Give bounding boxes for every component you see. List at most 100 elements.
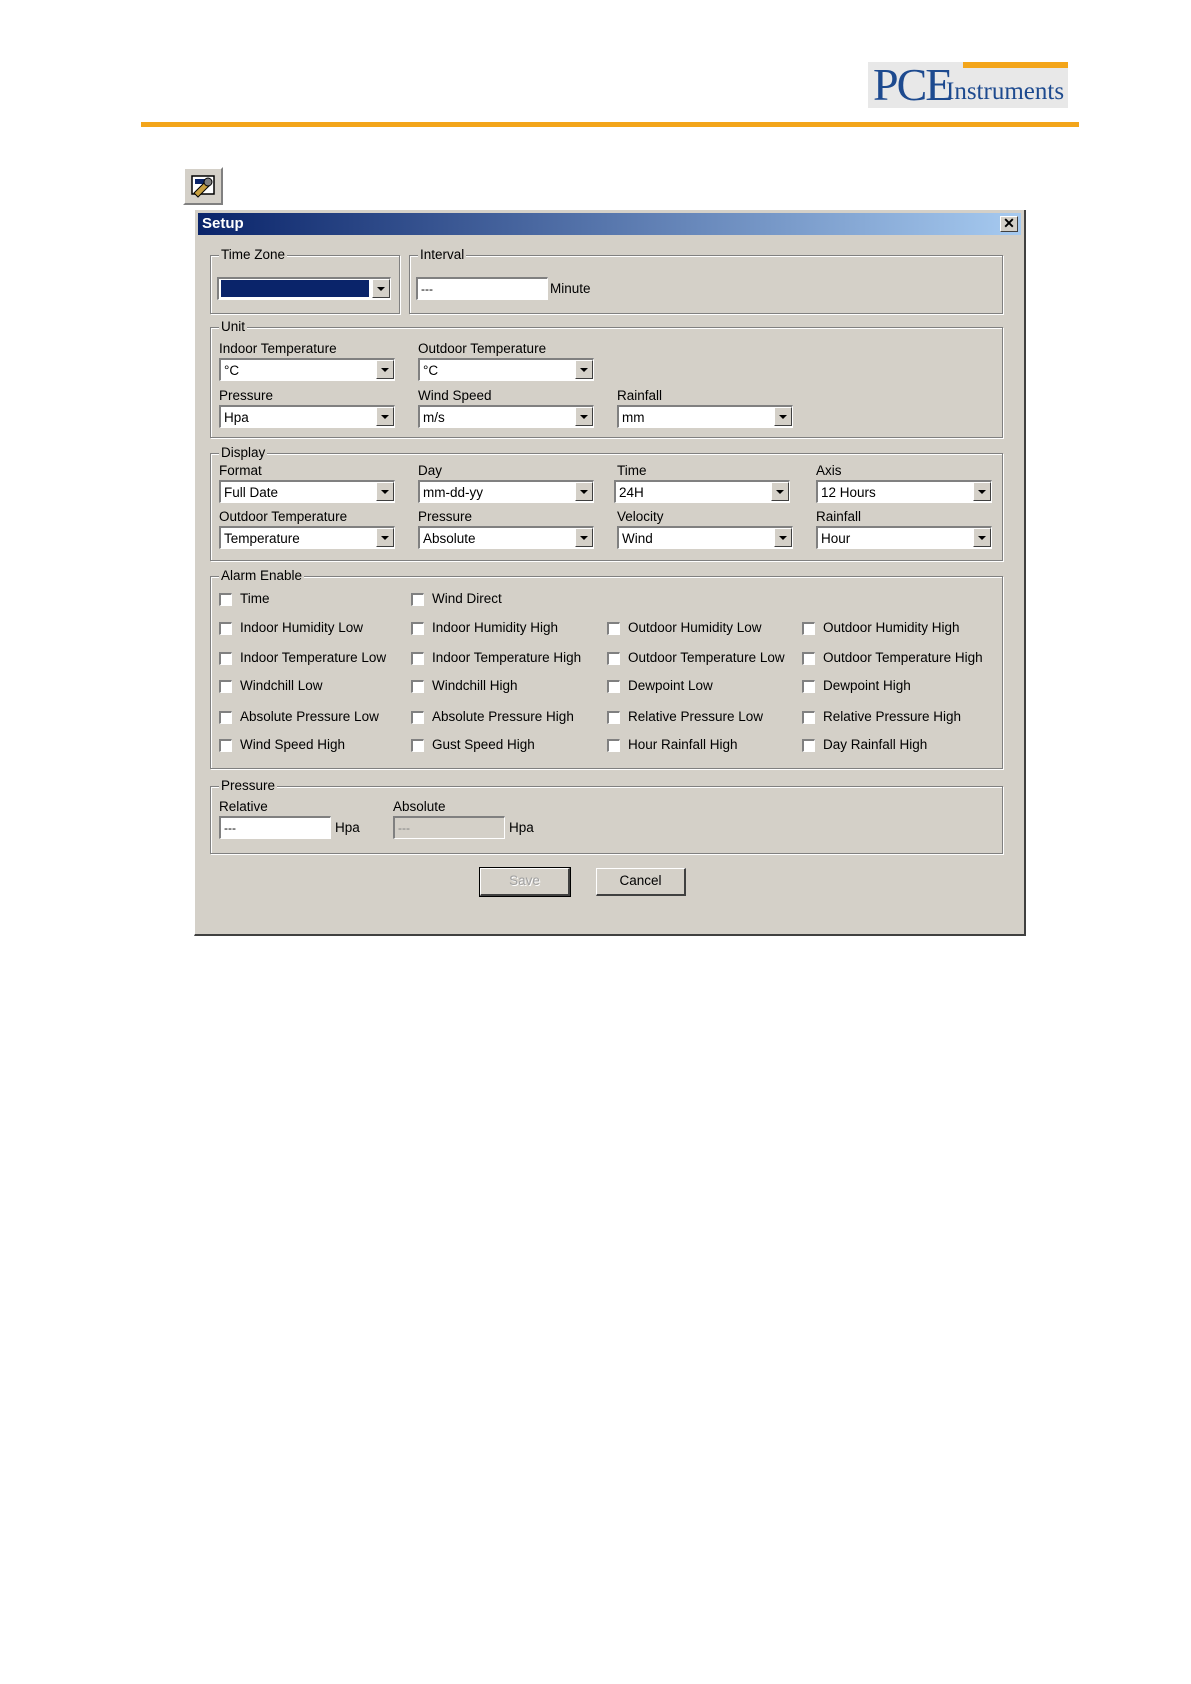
time-format-label: Time xyxy=(617,463,647,478)
chevron-down-icon[interactable] xyxy=(575,528,593,547)
alarm-checkbox[interactable] xyxy=(607,652,620,665)
chevron-down-icon[interactable] xyxy=(376,528,394,547)
absolute-pressure-input[interactable]: --- xyxy=(393,816,505,839)
alarm-checkbox[interactable] xyxy=(219,680,232,693)
day-value: mm-dd-yy xyxy=(423,485,483,500)
time-format-select[interactable]: 24H xyxy=(614,480,790,503)
alarm-checkbox-label: Relative Pressure High xyxy=(823,709,962,724)
time-format-value: 24H xyxy=(619,485,644,500)
chevron-down-icon[interactable] xyxy=(372,279,390,298)
alarm-checkbox[interactable] xyxy=(411,593,424,606)
save-button[interactable]: Save xyxy=(479,867,571,897)
wind-speed-unit-select[interactable]: m/s xyxy=(418,405,594,428)
alarm-checkbox[interactable] xyxy=(219,711,232,724)
relative-pressure-input[interactable]: --- xyxy=(219,816,331,839)
cancel-button[interactable]: Cancel xyxy=(596,868,686,896)
alarm-checkbox-label: Wind Speed High xyxy=(240,737,346,752)
time-zone-value xyxy=(221,280,369,297)
chevron-down-icon[interactable] xyxy=(376,360,394,379)
alarm-checkbox[interactable] xyxy=(607,622,620,635)
display-outdoor-temperature-select[interactable]: Temperature xyxy=(219,526,395,549)
outdoor-temperature-unit-select[interactable]: °C xyxy=(418,358,594,381)
alarm-checkbox[interactable] xyxy=(802,622,815,635)
chevron-down-icon[interactable] xyxy=(771,482,789,501)
display-rainfall-select[interactable]: Hour xyxy=(816,526,992,549)
format-select[interactable]: Full Date xyxy=(219,480,395,503)
outdoor-temperature-unit-value: °C xyxy=(423,363,439,378)
outdoor-temperature-label: Outdoor Temperature xyxy=(418,341,547,356)
alarm-checkbox-label: Outdoor Humidity Low xyxy=(628,620,762,635)
pressure-unit-value: Hpa xyxy=(224,410,249,425)
axis-select[interactable]: 12 Hours xyxy=(816,480,992,503)
alarm-checkbox[interactable] xyxy=(411,739,424,752)
rainfall-unit-value: mm xyxy=(622,410,645,425)
chevron-down-icon[interactable] xyxy=(575,407,593,426)
alarm-checkbox-label: Windchill Low xyxy=(240,678,323,693)
logo-brand: PCE xyxy=(873,59,953,110)
alarm-checkbox[interactable] xyxy=(607,711,620,724)
day-select[interactable]: mm-dd-yy xyxy=(418,480,594,503)
alarm-checkbox[interactable] xyxy=(802,652,815,665)
time-zone-legend: Time Zone xyxy=(219,246,288,264)
chevron-down-icon[interactable] xyxy=(575,360,593,379)
pressure-legend: Pressure xyxy=(219,777,278,795)
chevron-down-icon[interactable] xyxy=(376,482,394,501)
alarm-checkbox[interactable] xyxy=(607,680,620,693)
alarm-checkbox[interactable] xyxy=(411,680,424,693)
header-divider xyxy=(141,122,1079,127)
setup-icon[interactable] xyxy=(183,167,223,205)
interval-value: --- xyxy=(421,282,433,296)
alarm-checkbox-label: Indoor Humidity Low xyxy=(240,620,364,635)
alarm-checkbox[interactable] xyxy=(219,652,232,665)
alarm-checkbox[interactable] xyxy=(802,739,815,752)
alarm-enable-group: Alarm Enable Time Wind Direct Indoor Humid… xyxy=(210,567,1003,769)
indoor-temperature-label: Indoor Temperature xyxy=(219,341,337,356)
interval-unit: Minute xyxy=(550,281,591,296)
pressure-unit-label: Pressure xyxy=(219,388,274,403)
interval-group: Interval --- Minute xyxy=(409,246,1003,314)
alarm-checkbox-label: Indoor Temperature Low xyxy=(240,650,387,665)
absolute-label: Absolute xyxy=(393,799,446,814)
alarm-checkbox-label: Windchill High xyxy=(432,678,518,693)
alarm-checkbox[interactable] xyxy=(219,739,232,752)
alarm-checkbox[interactable] xyxy=(802,711,815,724)
velocity-label: Velocity xyxy=(617,509,664,524)
title-bar: Setup ✕ xyxy=(198,213,1021,235)
indoor-temperature-unit-select[interactable]: °C xyxy=(219,358,395,381)
alarm-checkbox[interactable] xyxy=(607,739,620,752)
display-outdoor-temperature-label: Outdoor Temperature xyxy=(219,509,348,524)
interval-input[interactable]: --- xyxy=(416,277,548,300)
alarm-checkbox[interactable] xyxy=(411,711,424,724)
time-zone-group: Time Zone xyxy=(210,246,400,314)
velocity-value: Wind xyxy=(622,531,653,546)
day-label: Day xyxy=(418,463,443,478)
display-pressure-label: Pressure xyxy=(418,509,473,524)
velocity-select[interactable]: Wind xyxy=(617,526,793,549)
wind-speed-unit-value: m/s xyxy=(423,410,445,425)
rainfall-unit-select[interactable]: mm xyxy=(617,405,793,428)
chevron-down-icon[interactable] xyxy=(575,482,593,501)
alarm-checkbox[interactable] xyxy=(219,593,232,606)
alarm-checkbox[interactable] xyxy=(802,680,815,693)
alarm-checkbox-label: Outdoor Humidity High xyxy=(823,620,960,635)
alarm-checkbox[interactable] xyxy=(219,622,232,635)
close-button[interactable]: ✕ xyxy=(1000,216,1018,232)
chevron-down-icon[interactable] xyxy=(973,528,991,547)
alarm-checkbox-label: Relative Pressure Low xyxy=(628,709,764,724)
alarm-checkbox-label: Gust Speed High xyxy=(432,737,535,752)
chevron-down-icon[interactable] xyxy=(376,407,394,426)
unit-group: Unit Indoor Temperature °C Outdoor Tempe… xyxy=(210,318,1003,438)
chevron-down-icon[interactable] xyxy=(973,482,991,501)
display-pressure-select[interactable]: Absolute xyxy=(418,526,594,549)
time-zone-select[interactable] xyxy=(217,277,391,300)
chevron-down-icon[interactable] xyxy=(774,407,792,426)
pce-logo: PCE Instruments xyxy=(868,59,1068,110)
alarm-checkbox-label: Absolute Pressure Low xyxy=(240,709,379,724)
alarm-checkbox[interactable] xyxy=(411,652,424,665)
alarm-checkbox-label: Outdoor Temperature High xyxy=(823,650,983,665)
pressure-unit-select[interactable]: Hpa xyxy=(219,405,395,428)
chevron-down-icon[interactable] xyxy=(774,528,792,547)
logo-suffix: Instruments xyxy=(946,78,1065,105)
alarm-checkbox[interactable] xyxy=(411,622,424,635)
dialog-title: Setup xyxy=(202,215,244,232)
